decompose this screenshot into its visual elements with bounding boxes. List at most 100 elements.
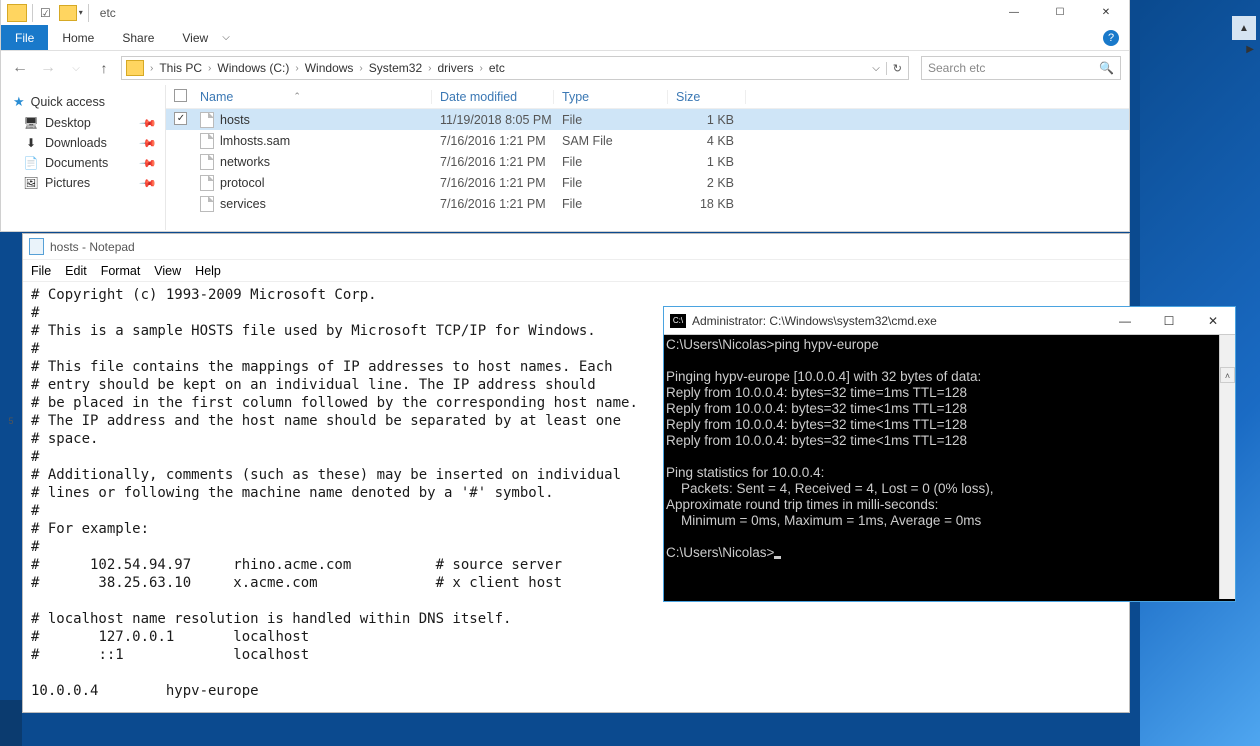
addr-dropdown-icon[interactable]: ⌵ bbox=[866, 63, 886, 74]
refresh-button[interactable]: ↻ bbox=[886, 62, 908, 75]
nav-back-button[interactable]: ← bbox=[9, 59, 31, 77]
sidebar-item-downloads[interactable]: ⬇ Downloads 📌 bbox=[1, 133, 165, 153]
cmd-output[interactable]: C:\Users\Nicolas>ping hypv-europe Pingin… bbox=[664, 335, 1235, 599]
sidebar-item-documents[interactable]: 📄 Documents 📌 bbox=[1, 153, 165, 173]
crumb-drive[interactable]: Windows (C:) bbox=[213, 61, 293, 75]
header-size[interactable]: Size bbox=[668, 90, 746, 104]
file-type: File bbox=[554, 197, 668, 211]
sidebar: ★ Quick access 🖥 Desktop 📌 ⬇ Downloads 📌… bbox=[1, 85, 166, 230]
addr-folder-icon bbox=[126, 60, 144, 76]
header-date[interactable]: Date modified bbox=[432, 90, 554, 104]
tab-file[interactable]: File bbox=[1, 25, 48, 50]
tray-arrow-right-icon[interactable]: ▶ bbox=[1246, 44, 1254, 55]
tab-share[interactable]: Share bbox=[108, 25, 168, 50]
crumb-sep-icon[interactable]: › bbox=[426, 63, 433, 74]
menu-format[interactable]: Format bbox=[101, 264, 141, 278]
titlebar-sep-2 bbox=[88, 4, 89, 22]
sort-caret-icon: ⌃ bbox=[293, 91, 301, 102]
gutter-line-number: 5 bbox=[0, 416, 22, 426]
header-checkbox[interactable] bbox=[166, 89, 194, 105]
crumb-sep-icon[interactable]: › bbox=[477, 63, 484, 74]
file-row-services[interactable]: services 7/16/2016 1:21 PM File 18 KB bbox=[166, 193, 1129, 214]
scroll-up-button[interactable]: ˄ bbox=[1220, 367, 1235, 383]
tray-arrow-up-icon[interactable]: ▲ bbox=[1232, 16, 1256, 40]
file-list: Name ⌃ Date modified Type Size hosts 11/… bbox=[166, 85, 1129, 230]
sidebar-quick-access[interactable]: ★ Quick access bbox=[1, 91, 165, 113]
sidebar-item-pictures[interactable]: 🖼 Pictures 📌 bbox=[1, 173, 165, 193]
tab-view[interactable]: View bbox=[168, 25, 222, 50]
nav-forward-button[interactable]: → bbox=[37, 59, 59, 77]
file-row-protocol[interactable]: protocol 7/16/2016 1:21 PM File 2 KB bbox=[166, 172, 1129, 193]
menu-file[interactable]: File bbox=[31, 264, 51, 278]
file-icon bbox=[200, 112, 214, 128]
notepad-icon bbox=[29, 238, 44, 255]
nav-recent-dropdown[interactable]: ⌵ bbox=[65, 63, 87, 74]
file-date: 7/16/2016 1:21 PM bbox=[432, 197, 554, 211]
file-size: 4 KB bbox=[668, 134, 746, 148]
crumb-sep-icon[interactable]: › bbox=[148, 63, 155, 74]
file-row-hosts[interactable]: hosts 11/19/2018 8:05 PM File 1 KB bbox=[166, 109, 1129, 130]
sidebar-item-label: Desktop bbox=[45, 116, 91, 130]
file-name: lmhosts.sam bbox=[220, 134, 290, 148]
row-checkbox[interactable] bbox=[174, 112, 187, 125]
search-input[interactable]: Search etc 🔍 bbox=[921, 56, 1121, 80]
crumb-etc[interactable]: etc bbox=[485, 61, 509, 75]
cmd-text: C:\Users\Nicolas>ping hypv-europe Pingin… bbox=[666, 337, 994, 560]
file-date: 7/16/2016 1:21 PM bbox=[432, 134, 554, 148]
search-placeholder: Search etc bbox=[928, 61, 985, 75]
close-button[interactable]: ✕ bbox=[1083, 0, 1129, 25]
address-bar[interactable]: › This PC › Windows (C:) › Windows › Sys… bbox=[121, 56, 909, 80]
maximize-button[interactable]: ☐ bbox=[1037, 0, 1083, 25]
ribbon-collapse-icon[interactable]: ⌵ bbox=[222, 32, 230, 43]
crumb-sep-icon[interactable]: › bbox=[357, 63, 364, 74]
help-icon[interactable]: ? bbox=[1103, 30, 1119, 46]
menu-view[interactable]: View bbox=[154, 264, 181, 278]
pin-icon: 📌 bbox=[139, 174, 158, 193]
search-icon[interactable]: 🔍 bbox=[1099, 61, 1114, 75]
header-type[interactable]: Type bbox=[554, 90, 668, 104]
minimize-button[interactable]: — bbox=[991, 0, 1037, 25]
downloads-icon: ⬇ bbox=[23, 136, 39, 150]
pin-icon: 📌 bbox=[139, 114, 158, 133]
notepad-titlebar[interactable]: hosts - Notepad bbox=[23, 234, 1129, 260]
menu-help[interactable]: Help bbox=[195, 264, 221, 278]
crumb-windows[interactable]: Windows bbox=[301, 61, 358, 75]
crumb-sep-icon[interactable]: › bbox=[206, 63, 213, 74]
titlebar[interactable]: ☑ ▾ etc — ☐ ✕ bbox=[1, 0, 1129, 25]
sidebar-item-label: Pictures bbox=[45, 176, 90, 190]
file-date: 11/19/2018 8:05 PM bbox=[432, 113, 554, 127]
file-size: 1 KB bbox=[668, 155, 746, 169]
taskbar-fragment[interactable] bbox=[0, 700, 22, 746]
file-icon bbox=[200, 133, 214, 149]
nav-up-button[interactable]: ↑ bbox=[93, 60, 115, 76]
file-name: protocol bbox=[220, 176, 264, 190]
file-row-lmhosts[interactable]: lmhosts.sam 7/16/2016 1:21 PM SAM File 4… bbox=[166, 130, 1129, 151]
crumb-system32[interactable]: System32 bbox=[365, 61, 426, 75]
file-row-networks[interactable]: networks 7/16/2016 1:21 PM File 1 KB bbox=[166, 151, 1129, 172]
crumb-sep-icon[interactable]: › bbox=[293, 63, 300, 74]
cmd-minimize-button[interactable]: — bbox=[1103, 314, 1147, 328]
qa-folder-icon[interactable] bbox=[59, 5, 77, 21]
crumb-this-pc[interactable]: This PC bbox=[155, 61, 206, 75]
header-name[interactable]: Name ⌃ bbox=[194, 90, 432, 104]
pin-icon: 📌 bbox=[139, 134, 158, 153]
sidebar-item-desktop[interactable]: 🖥 Desktop 📌 bbox=[1, 113, 165, 133]
file-icon bbox=[200, 154, 214, 170]
cmd-close-button[interactable]: ✕ bbox=[1191, 314, 1235, 328]
cmd-cursor bbox=[774, 556, 781, 559]
menu-edit[interactable]: Edit bbox=[65, 264, 87, 278]
cmd-maximize-button[interactable]: ☐ bbox=[1147, 314, 1191, 328]
notepad-title: hosts - Notepad bbox=[50, 240, 135, 254]
tab-home[interactable]: Home bbox=[48, 25, 108, 50]
cmd-window-controls: — ☐ ✕ bbox=[1103, 314, 1235, 328]
sidebar-item-label: Documents bbox=[45, 156, 108, 170]
window-controls: — ☐ ✕ bbox=[991, 0, 1129, 25]
cmd-scrollbar[interactable]: ˄ ˅ bbox=[1219, 335, 1235, 599]
cmd-titlebar[interactable]: C:\ Administrator: C:\Windows\system32\c… bbox=[664, 307, 1235, 335]
file-date: 7/16/2016 1:21 PM bbox=[432, 155, 554, 169]
qa-dropdown-icon[interactable]: ▾ bbox=[79, 8, 83, 17]
qa-properties-icon[interactable]: ☑ bbox=[40, 6, 51, 20]
crumb-drivers[interactable]: drivers bbox=[433, 61, 477, 75]
scroll-track[interactable] bbox=[1220, 415, 1235, 599]
file-name: networks bbox=[220, 155, 270, 169]
